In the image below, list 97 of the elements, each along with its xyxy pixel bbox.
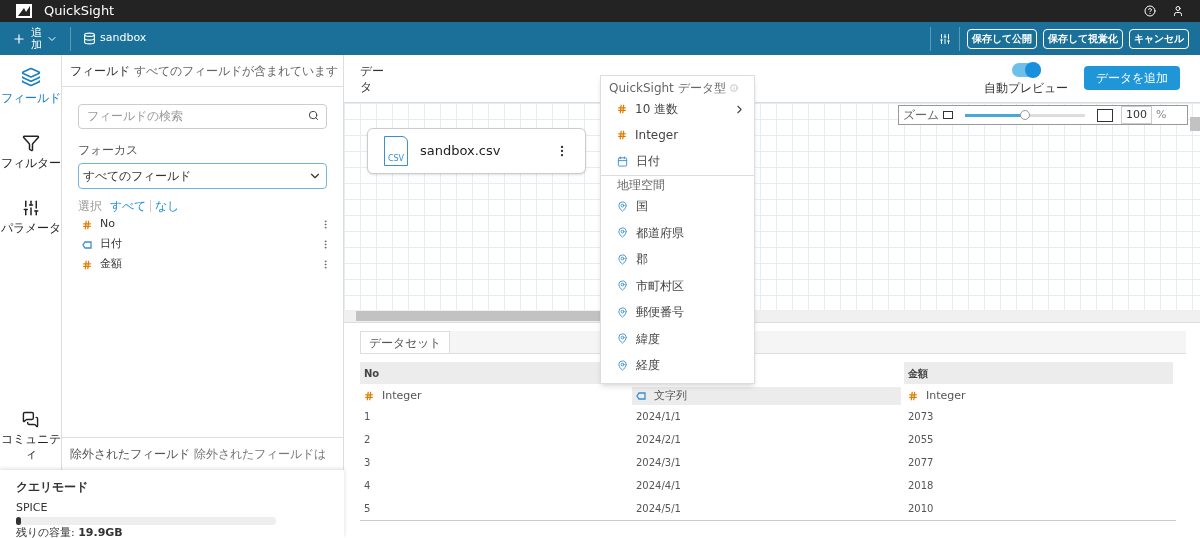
sidebar-tab[interactable]: フィルター (0, 130, 61, 175)
help-icon[interactable] (1144, 5, 1156, 17)
hash-icon (82, 219, 92, 230)
table-cell-text: 2024/5/1 (635, 502, 682, 516)
pin-icon (617, 200, 628, 212)
search-icon (308, 110, 319, 121)
table-cell-text: 2024/2/1 (635, 433, 682, 447)
select-none-link[interactable]: なし (155, 196, 179, 215)
horizontal-scrollbar[interactable] (356, 311, 600, 321)
sidebar-tab[interactable]: パラメータ (0, 195, 61, 240)
info-icon (729, 84, 738, 92)
menu-item[interactable]: Integer (601, 122, 754, 148)
table-cell-text: 5 (363, 502, 372, 516)
hash-icon (617, 104, 627, 114)
select-label: 選択 (78, 197, 102, 215)
query-mode-title: クエリモード (16, 479, 89, 496)
menu-item[interactable]: 国 (601, 193, 754, 220)
table-cell-text: 1 (363, 410, 372, 424)
capacity-text: 残りの容量: 19.9GB (16, 524, 124, 538)
zoom-unit: % (1156, 106, 1167, 123)
hash-icon (82, 259, 92, 270)
hash-icon (364, 391, 374, 401)
pin-icon (617, 253, 628, 265)
pin-icon (617, 227, 628, 239)
table-cell-text: 2024/4/1 (635, 479, 682, 493)
sidebar-tab[interactable]: フィールド (0, 63, 61, 110)
menu-title: QuickSight データ型 (609, 80, 726, 97)
logo-icon (16, 4, 32, 18)
menu-item[interactable]: 日付 (601, 148, 754, 174)
zoom-value[interactable]: 100 (1121, 105, 1152, 125)
toolbar-button[interactable]: 保存して公開 (967, 28, 1037, 49)
hash-icon (908, 391, 918, 401)
slider-thumb[interactable] (1020, 109, 1030, 120)
field-item[interactable]: 日付 (78, 234, 327, 255)
field-item[interactable]: No (78, 214, 327, 235)
auto-preview-label: 自動プレビュー (984, 80, 1068, 97)
table-cell-text: 2024/3/1 (635, 456, 682, 470)
table-cell-text: 4 (363, 479, 372, 493)
auto-preview-toggle[interactable] (1011, 63, 1041, 77)
menu-item[interactable]: 郡 (601, 246, 754, 273)
database-icon (83, 32, 96, 45)
hash-icon (617, 130, 627, 140)
dataset-tab[interactable]: データセット (360, 331, 450, 353)
field-item[interactable]: 金額 (78, 254, 327, 275)
filter-icon (21, 134, 40, 152)
table-cell-text: 2024/1/1 (635, 410, 682, 424)
zoom-track[interactable] (965, 113, 1085, 117)
table-cell-text: 3 (363, 456, 372, 470)
toolbar-button[interactable]: 保存して視覚化 (1043, 28, 1123, 49)
calendar-icon (617, 155, 628, 167)
add-button[interactable]: 追加 (0, 22, 70, 55)
dataset-node[interactable]: CSV sandbox.csv (367, 128, 586, 174)
table-cell-text: 2073 (907, 410, 935, 424)
focus-label: フォーカス (78, 141, 139, 159)
data-title: データ (360, 63, 385, 95)
stack-icon (20, 67, 41, 87)
sidebar-tab[interactable]: コミュニティ (0, 407, 61, 466)
plus-icon (12, 31, 26, 46)
chat-icon (22, 411, 39, 428)
panel-subtitle: すべてのフィールドが含まれています (134, 62, 338, 80)
menu-section-title: 地理空間 (617, 177, 665, 194)
dataset-button[interactable]: sandbox (71, 30, 159, 47)
pin-icon (617, 359, 628, 371)
mode-label: SPICE (16, 500, 49, 516)
menu-item[interactable]: 都道府県 (601, 219, 754, 246)
pin-icon (617, 306, 628, 318)
excluded-title: 除外されたフィールド (70, 446, 190, 463)
file-icon: CSV (384, 136, 408, 166)
sliders-icon (21, 199, 40, 217)
zoom-label: ズーム (903, 107, 939, 124)
menu-item[interactable]: 郵便番号 (601, 299, 754, 326)
focus-dropdown[interactable]: すべてのフィールド (78, 162, 327, 189)
pin-icon (617, 333, 628, 345)
app-title: QuickSight (44, 2, 115, 21)
table-cell-text: 2 (363, 433, 372, 447)
panel-title: フィールド (70, 62, 130, 80)
tag-icon (636, 392, 646, 400)
select-all-link[interactable]: すべて (110, 196, 146, 215)
zoom-out-icon[interactable] (943, 111, 953, 119)
zoom-in-icon[interactable] (1097, 108, 1113, 122)
pin-icon (617, 280, 628, 292)
table-cell-text: 2010 (907, 502, 935, 516)
table-cell-text: 2055 (907, 433, 935, 447)
search-field[interactable]: フィールドの検索 (78, 103, 327, 129)
excluded-subtitle: 除外されたフィールドは (194, 446, 326, 463)
menu-item[interactable]: 10 進数 (601, 96, 754, 122)
column-header[interactable]: 金額 (904, 362, 1173, 384)
vertical-scrollbar[interactable] (1190, 117, 1200, 131)
menu-item[interactable]: 緯度 (601, 325, 754, 352)
toolbar-button[interactable]: キャンセル (1129, 28, 1189, 49)
user-icon[interactable] (1172, 5, 1184, 17)
tag-icon (82, 240, 92, 249)
table-cell-text: 2018 (907, 479, 935, 493)
menu-item[interactable]: 市町村区 (601, 272, 754, 299)
table-cell-text: 2077 (907, 456, 935, 470)
column-type[interactable]: 文字列 (632, 387, 901, 405)
node-name: sandbox.csv (420, 142, 502, 161)
